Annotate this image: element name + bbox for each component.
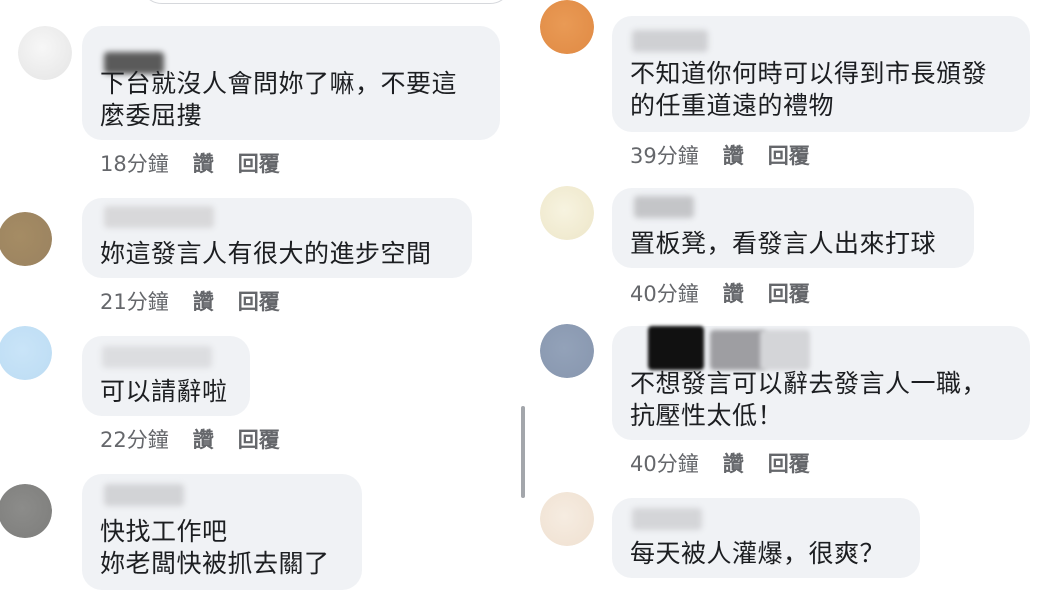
comment-bubble: 置板凳，看發言人出來打球	[612, 188, 974, 268]
redacted-commenter-name	[104, 206, 214, 228]
comment-bubble: 不知道你何時可以得到市長頒發 的任重道遠的禮物	[612, 16, 1030, 132]
comment-bubble: 每天被人灌爆，很爽？	[612, 498, 920, 578]
avatar[interactable]	[540, 0, 594, 54]
comment-meta: 21分鐘讚回覆	[100, 286, 280, 316]
reply-button[interactable]: 回覆	[768, 278, 810, 308]
reply-button[interactable]: 回覆	[238, 286, 280, 316]
left-comment-column: 下台就沒人會問妳了嘛，不要這 麼委屈摟 18分鐘讚回覆 妳這發言人有很大的進步空…	[0, 0, 520, 596]
comment-time: 39分鐘	[630, 144, 699, 168]
comment-meta: 22分鐘讚回覆	[100, 424, 280, 454]
reply-button[interactable]: 回覆	[238, 424, 280, 454]
comment-text: 每天被人灌爆，很爽？	[630, 539, 886, 568]
comment-text: 不知道你何時可以得到市長頒發 的任重道遠的禮物	[630, 59, 988, 120]
comment-meta: 18分鐘讚回覆	[100, 148, 280, 178]
reply-button[interactable]: 回覆	[238, 148, 280, 178]
comment-time: 22分鐘	[100, 428, 169, 452]
comment-time: 21分鐘	[100, 290, 169, 314]
redacted-commenter-name	[102, 346, 212, 368]
like-button[interactable]: 讚	[723, 278, 744, 308]
comment-text: 下台就沒人會問妳了嘛，不要這 麼委屈摟	[100, 69, 458, 130]
redacted-commenter-name	[632, 508, 702, 530]
reply-button[interactable]: 回覆	[768, 140, 810, 170]
redacted-commenter-name	[104, 484, 184, 506]
redacted-commenter-name	[648, 326, 704, 370]
comment-bubble: 不想發言可以辭去發言人一職， 抗壓性太低！	[612, 326, 1030, 440]
comment-bubble: 可以請辭啦	[82, 336, 250, 416]
avatar[interactable]	[18, 26, 72, 80]
comment-text: 快找工作吧 妳老闆快被抓去關了	[100, 517, 330, 578]
reply-button[interactable]: 回覆	[768, 448, 810, 478]
redacted-commenter-name	[634, 196, 694, 218]
like-button[interactable]: 讚	[723, 448, 744, 478]
comment-time: 40分鐘	[630, 452, 699, 476]
scrollbar[interactable]	[521, 406, 525, 498]
redacted-commenter-name	[632, 30, 708, 52]
redacted-commenter-name	[760, 330, 810, 370]
comment-bubble: 下台就沒人會問妳了嘛，不要這 麼委屈摟	[82, 26, 500, 140]
comment-text: 置板凳，看發言人出來打球	[630, 229, 937, 258]
avatar[interactable]	[540, 492, 594, 546]
comment-time: 18分鐘	[100, 152, 169, 176]
avatar[interactable]	[0, 212, 52, 266]
comment-meta: 39分鐘讚回覆	[630, 140, 810, 170]
comment-meta: 40分鐘讚回覆	[630, 278, 810, 308]
comment-input-edge[interactable]	[140, 0, 512, 4]
right-comment-column: 不知道你何時可以得到市長頒發 的任重道遠的禮物 39分鐘讚回覆 置板凳，看發言人…	[530, 0, 1060, 596]
redacted-commenter-name	[710, 330, 766, 370]
comment-bubble: 妳這發言人有很大的進步空間	[82, 198, 472, 278]
comment-time: 40分鐘	[630, 282, 699, 306]
avatar[interactable]	[0, 326, 52, 380]
avatar[interactable]	[540, 324, 594, 378]
like-button[interactable]: 讚	[193, 424, 214, 454]
like-button[interactable]: 讚	[193, 286, 214, 316]
comment-text: 不想發言可以辭去發言人一職， 抗壓性太低！	[630, 369, 988, 430]
like-button[interactable]: 讚	[193, 148, 214, 178]
comment-text: 可以請辭啦	[100, 377, 228, 406]
comment-text: 妳這發言人有很大的進步空間	[100, 239, 432, 268]
like-button[interactable]: 讚	[723, 140, 744, 170]
comment-meta: 40分鐘讚回覆	[630, 448, 810, 478]
avatar[interactable]	[540, 186, 594, 240]
comment-bubble: 快找工作吧 妳老闆快被抓去關了	[82, 474, 362, 590]
avatar[interactable]	[0, 484, 52, 538]
